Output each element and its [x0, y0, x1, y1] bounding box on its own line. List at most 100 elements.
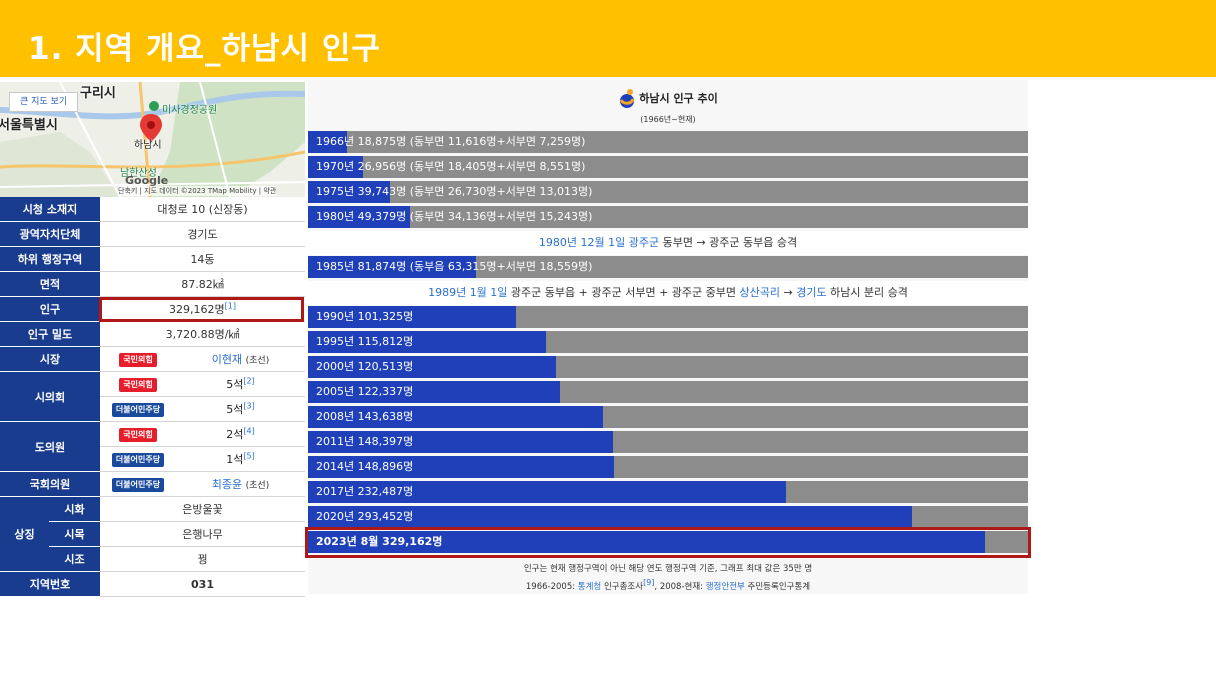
party-badge: 더불어민주당: [111, 477, 165, 492]
chart-title: 하남시 인구 추이: [308, 88, 1028, 110]
population-bar-row: 1970년 26,956명 (동부면 18,405명+서부면 8,551명): [308, 156, 1028, 178]
population-bar-row: 1990년 101,325명: [308, 306, 1028, 328]
party-badge: 국민의힘: [119, 427, 157, 442]
population-bar-label: 2017년 232,487명: [316, 485, 414, 498]
symbol-flower-label: 시화: [49, 496, 100, 522]
source-ministry-link[interactable]: 행정안전부: [706, 582, 745, 592]
footnote-mid: 인구총조사: [601, 581, 644, 592]
symbol-label: 상징: [0, 496, 49, 572]
population-bar-row: 1975년 39,743명 (동부면 26,730명+서부면 13,013명): [308, 181, 1028, 203]
population-bar-row: 1995년 115,812명: [308, 331, 1028, 353]
population-bar-row: 1980년 49,379명 (동부면 34,136명+서부면 15,243명): [308, 206, 1028, 228]
provcouncil-seats: 2석: [226, 428, 244, 441]
subdivision-link[interactable]: 14동: [100, 246, 306, 272]
population-bar-label: 2014년 148,896명: [316, 460, 414, 473]
hanam-logo-icon: [619, 89, 635, 108]
event-1980: 1980년 12월 1일 광주군 동부면 → 광주군 동부읍 승격: [308, 231, 1028, 255]
event-1989-province-link[interactable]: 경기도: [796, 286, 826, 299]
area-label: 면적: [0, 271, 100, 297]
mayor-party-cell: 국민의힘: [100, 346, 176, 372]
chart-subtitle: (1966년~현재): [640, 115, 696, 124]
infobox-table: 시청 소재지 대청로 10 (신장동) 광역자치단체 경기도 하위 행정구역 1…: [0, 197, 306, 597]
event-1989-arrow: →: [779, 286, 797, 299]
population-bar-label: 1985년 81,874명 (동부읍 63,315명+서부면 18,559명): [316, 260, 593, 273]
map-footer[interactable]: 단축키 | 지도 데이터 ©2023 TMap Mobility | 약관: [118, 186, 277, 196]
population-highlight-box: [99, 297, 304, 322]
party-badge: 더불어민주당: [111, 402, 165, 417]
provcouncil-seats: 1석: [226, 453, 244, 466]
latest-row-highlight-box: [305, 527, 1031, 558]
chart-footnote-2: 1966-2005: 통계청 인구총조사[9], 2008-현재: 행정안전부 …: [308, 578, 1028, 592]
population-label: 인구: [0, 296, 100, 322]
population-bar-row: 2011년 148,397명: [308, 431, 1028, 453]
event-1980-county-link[interactable]: 광주군: [629, 236, 659, 249]
council-seats-cell: 5석[3]: [176, 396, 306, 422]
population-bar-row: 1966년 18,875명 (동부면 11,616명+서부면 7,259명): [308, 131, 1028, 153]
population-bar-row: 1985년 81,874명 (동부읍 63,315명+서부면 18,559명): [308, 256, 1028, 278]
slide-title: 1. 지역 개요_하남시 인구: [28, 31, 381, 67]
provcouncil-seats-cell: 1석[5]: [176, 446, 306, 472]
areacode-value: 031: [100, 571, 306, 597]
population-bar-label: 1966년 18,875명 (동부면 11,616명+서부면 7,259명): [316, 135, 586, 148]
population-bar-row: 2017년 232,487명: [308, 481, 1028, 503]
party-badge: 더불어민주당: [111, 452, 165, 467]
chart-footnote-1: 인구는 현재 행정구역이 아닌 해당 연도 행정구역 기준, 그래프 최대 값은…: [523, 564, 813, 574]
population-bar-label: 1975년 39,743명 (동부면 26,730명+서부면 13,013명): [316, 185, 593, 198]
assembly-note: (초선): [245, 481, 270, 491]
population-bar-label: 2005년 122,337명: [316, 385, 414, 398]
population-bar-label: 2011년 148,397명: [316, 435, 414, 448]
population-bar-label: 1980년 49,379명 (동부면 34,136명+서부면 15,243명): [316, 210, 593, 223]
areacode-label: 지역번호: [0, 571, 100, 597]
provcouncil-seats-cell: 2석[4]: [176, 421, 306, 447]
council-ref[interactable]: [2]: [243, 376, 254, 385]
event-1989: 1989년 1월 1일 광주군 동부읍 + 광주군 서부면 + 광주군 중부면 …: [308, 281, 1028, 305]
mayor-label: 시장: [0, 346, 100, 372]
council-party-cell: 더불어민주당: [100, 396, 176, 422]
location-map[interactable]: 구리시 서울특별시 하남시 미사경정공원 남한산성 큰 지도 보기 Google…: [0, 82, 305, 197]
subdivision-label: 하위 행정구역: [0, 246, 100, 272]
provcouncil-party-cell: 국민의힘: [100, 421, 176, 447]
symbol-flower-link[interactable]: 은방울꽃: [100, 496, 306, 522]
provcouncil-ref[interactable]: [5]: [243, 451, 254, 460]
big-map-button[interactable]: 큰 지도 보기: [9, 92, 79, 112]
mayor-name-link[interactable]: 이현재: [212, 353, 242, 366]
event-1989-text: 광주군 동부읍 + 광주군 서부면 + 광주군 중부면: [507, 286, 740, 299]
council-party-cell: 국민의힘: [100, 371, 176, 397]
event-1980-date-link[interactable]: 1980년 12월 1일: [539, 236, 625, 249]
density-value: 3,720.88명/㎢: [100, 321, 306, 347]
provcouncil-party-cell: 더불어민주당: [100, 446, 176, 472]
event-1989-text2: 하남시 분리 승격: [826, 286, 908, 299]
symbol-bird-label: 시조: [49, 546, 100, 572]
footnote-sep: , 2008-현재:: [654, 581, 706, 592]
party-badge: 국민의힘: [119, 352, 157, 367]
population-bar-label: 2020년 293,452명: [316, 510, 414, 523]
provcouncil-ref[interactable]: [4]: [243, 426, 254, 435]
population-bar-row: 2020년 293,452명: [308, 506, 1028, 528]
chart-title-text: 하남시 인구 추이: [639, 92, 718, 105]
map-label-guri: 구리시: [80, 86, 116, 101]
council-seats-cell: 5석[2]: [176, 371, 306, 397]
council-ref[interactable]: [3]: [243, 401, 254, 410]
population-bar-row: 2000년 120,513명: [308, 356, 1028, 378]
mayor-note: (초선): [245, 356, 270, 366]
population-bar-label: 1970년 26,956명 (동부면 18,405명+서부면 8,551명): [316, 160, 586, 173]
event-1989-place-link[interactable]: 상산곡리: [740, 286, 780, 299]
assembly-party-cell: 더불어민주당: [100, 471, 176, 497]
source-statistics-link[interactable]: 통계청: [578, 582, 601, 592]
population-bar-label: 1995년 115,812명: [316, 335, 414, 348]
footnote-prefix: 1966-2005:: [525, 581, 578, 592]
assembly-name-link[interactable]: 최종윤: [212, 478, 242, 491]
council-seats: 5석: [226, 403, 244, 416]
population-chart: 하남시 인구 추이 (1966년~현재) 1980년 12월 1일 광주군 동부…: [308, 80, 1028, 594]
population-bar-label: 2000년 120,513명: [316, 360, 414, 373]
event-1989-date-link[interactable]: 1989년 1월 1일: [428, 286, 507, 299]
map-label-park: 미사경정공원: [162, 105, 218, 116]
symbol-tree-label: 시목: [49, 521, 100, 547]
symbol-bird-link[interactable]: 꿩: [100, 546, 306, 572]
province-link[interactable]: 경기도: [100, 221, 306, 247]
council-label: 시의회: [0, 371, 100, 422]
footnote-ref[interactable]: [9]: [643, 578, 654, 587]
council-seats: 5석: [226, 378, 244, 391]
symbol-tree-link[interactable]: 은행나무: [100, 521, 306, 547]
map-label-seoul: 서울특별시: [0, 118, 58, 133]
